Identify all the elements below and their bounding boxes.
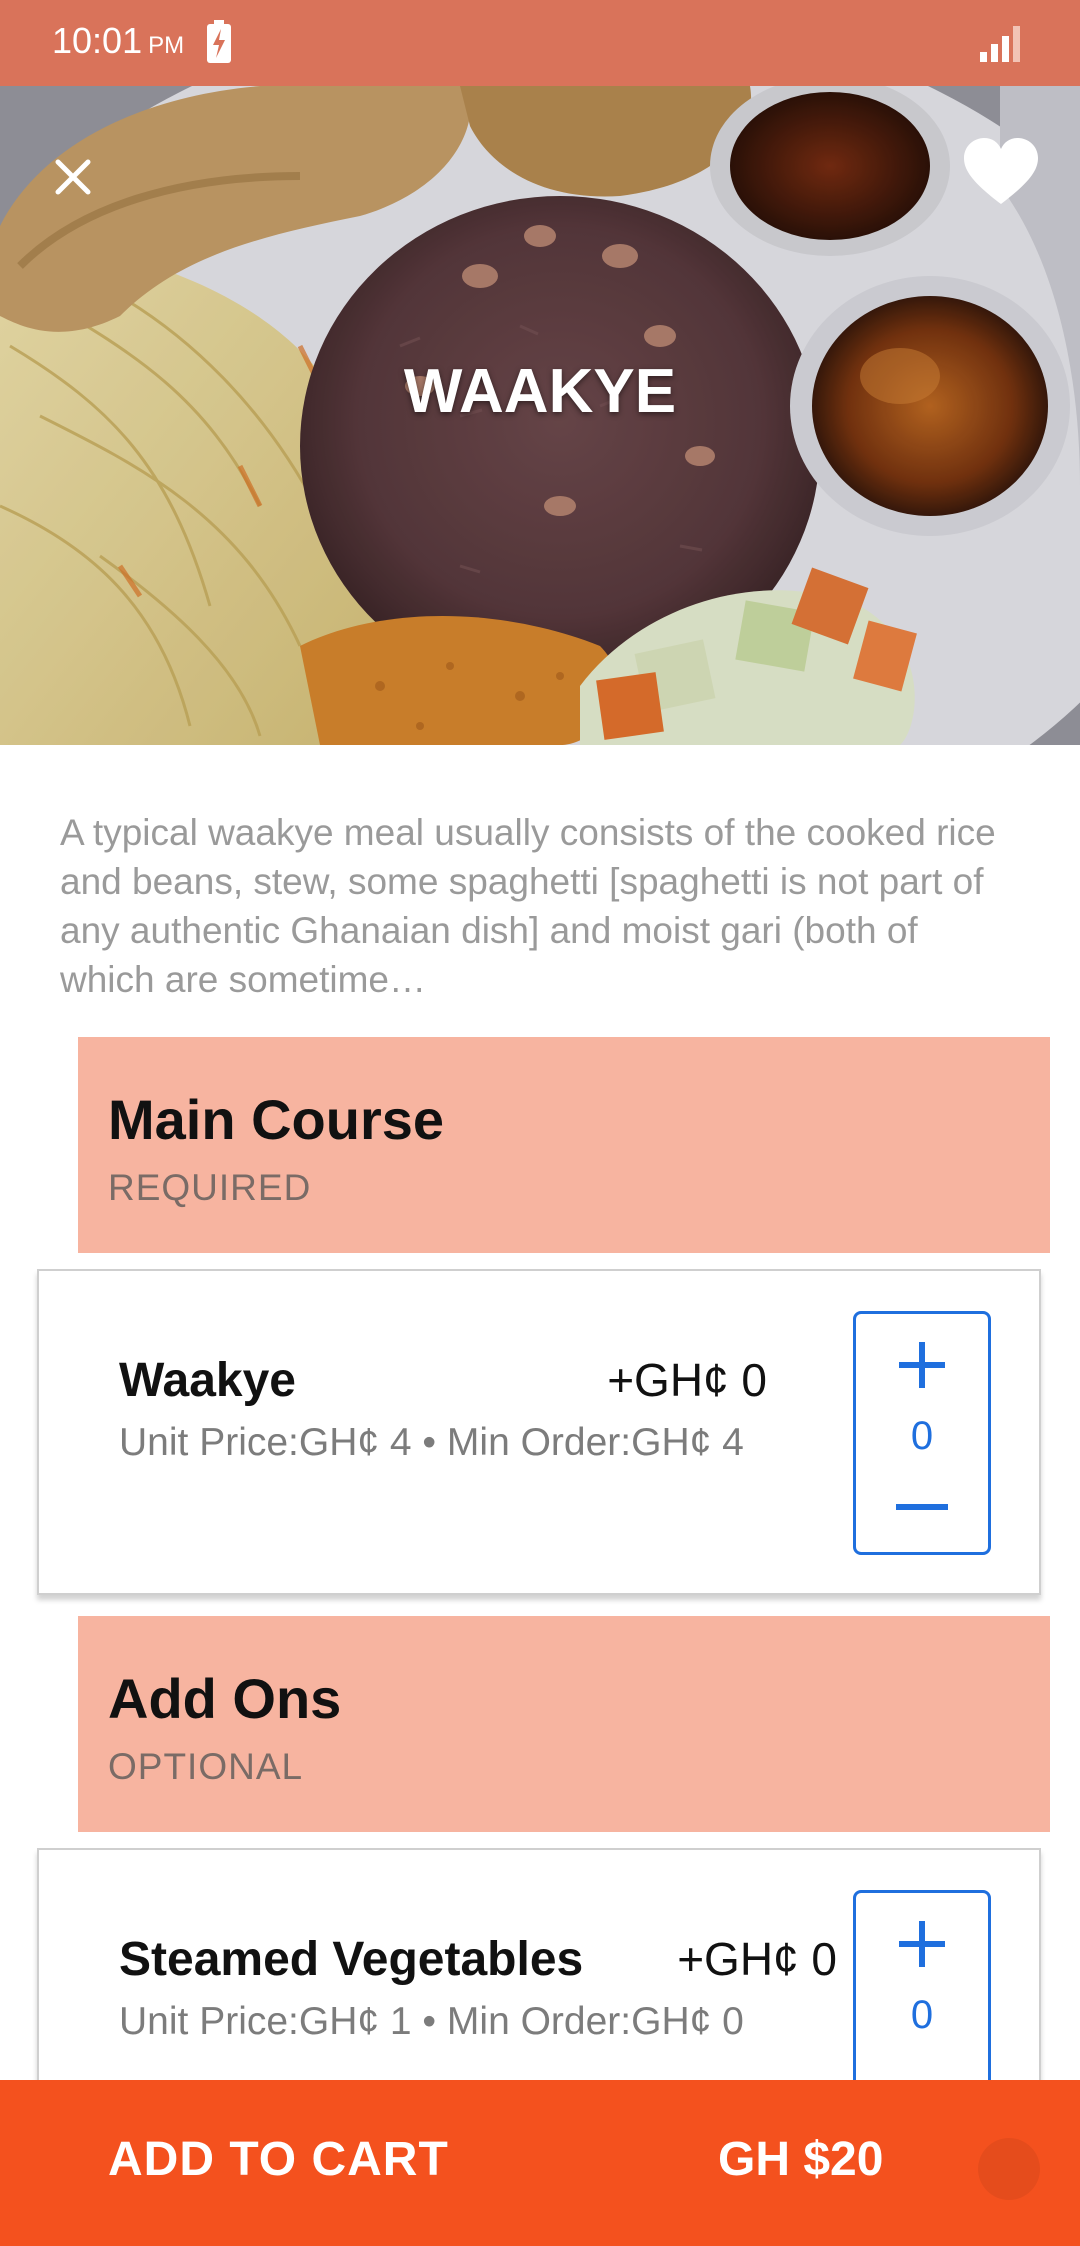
quantity-value: 0: [910, 1414, 934, 1458]
item-name: Steamed Vegetables: [119, 1933, 584, 1986]
cart-total: GH $20: [718, 2133, 884, 2186]
heart-icon[interactable]: [964, 138, 1038, 206]
status-time-ampm: PM: [148, 32, 185, 59]
plus-icon[interactable]: [856, 1911, 988, 1977]
menu-item-card: Waakye +GH¢ 0 Unit Price:GH¢ 4 • Min Ord…: [37, 1269, 1041, 1595]
add-to-cart-bar[interactable]: ADD TO CART GH $20: [0, 2080, 1080, 2246]
item-name: Waakye: [119, 1354, 296, 1407]
minus-icon[interactable]: [856, 1482, 988, 1532]
plus-icon[interactable]: [856, 1332, 988, 1398]
signal-icon: [980, 26, 1020, 62]
section-title: Main Course: [108, 1088, 445, 1151]
item-meta: Unit Price:GH¢ 1 • Min Order:GH¢ 0: [119, 2000, 744, 2043]
close-icon[interactable]: [48, 152, 98, 202]
section-header-add-ons: Add Ons OPTIONAL: [78, 1616, 1050, 1832]
dish-title: WAAKYE: [403, 357, 677, 426]
item-meta: Unit Price:GH¢ 4 • Min Order:GH¢ 4: [119, 1421, 744, 1464]
item-price: +GH¢ 0: [677, 1933, 837, 1985]
dish-description: A typical waakye meal usually consists o…: [60, 812, 996, 1000]
status-time: 10:01 PM: [52, 20, 184, 62]
quantity-stepper: 0: [853, 1311, 991, 1555]
section-header-main-course: Main Course REQUIRED: [78, 1037, 1050, 1253]
dish-hero-image: WAAKYE: [0, 86, 1080, 745]
item-price: +GH¢ 0: [607, 1354, 767, 1406]
battery-charging-icon: [207, 20, 231, 63]
status-time-value: 10:01: [52, 20, 143, 61]
quantity-value: 0: [910, 1993, 934, 2037]
section-requirement: OPTIONAL: [108, 1746, 304, 1787]
add-to-cart-button[interactable]: ADD TO CART: [108, 2132, 449, 2187]
status-bar: 10:01 PM: [0, 0, 1080, 86]
section-requirement: REQUIRED: [108, 1167, 312, 1208]
floating-action-button[interactable]: [978, 2138, 1040, 2200]
section-title: Add Ons: [108, 1667, 342, 1730]
